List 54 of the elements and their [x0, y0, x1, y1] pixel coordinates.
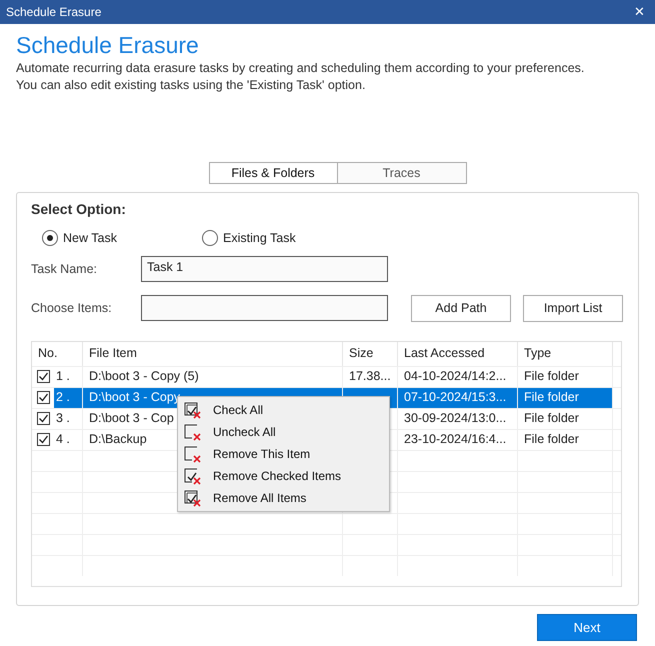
column-header: No. [32, 342, 83, 366]
tab[interactable]: Files & Folders [208, 162, 338, 184]
radio-label: New Task [63, 230, 117, 247]
column-header: Type [518, 342, 613, 366]
close-button[interactable]: ✕ [630, 2, 649, 22]
row-checkbox[interactable] [37, 433, 50, 446]
checkbox-remove-icon [184, 490, 201, 506]
next-button[interactable]: Next [537, 614, 637, 641]
row-checkbox[interactable] [37, 412, 50, 426]
column-header: File Item [83, 342, 343, 366]
checkbox-remove-icon [184, 446, 201, 462]
row-checkbox[interactable] [37, 370, 50, 384]
table-row[interactable]: 1 . D:\boot 3 - Copy (5) 17.38... 04-10-2024/14:2... File folder [32, 366, 621, 387]
column-header: Last Accessed [398, 342, 518, 366]
table-cell: 04-10-2024/14:2... [398, 366, 518, 387]
window-title: Schedule Erasure [6, 4, 102, 21]
check-icon [38, 434, 49, 446]
row-number: 3 . [55, 410, 71, 428]
radio-button[interactable] [202, 230, 218, 246]
description-text: You can also edit existing tasks using the 'Existing Task' option. [16, 77, 366, 94]
table-cell: File folder [518, 366, 613, 387]
action-button[interactable]: Import List [523, 294, 623, 322]
table-cell: D:\boot 3 - Copy (5) [83, 366, 343, 387]
description-text: Automate recurring data erasure tasks by creating and scheduling them according to your preferences. [16, 60, 586, 77]
table-cell: File folder [518, 430, 613, 450]
field-label: Choose Items: [31, 300, 113, 317]
checkbox-remove-icon [184, 468, 201, 484]
check-icon [38, 413, 49, 424]
choose-items-field[interactable] [141, 295, 388, 322]
table-cell: File folder [518, 388, 613, 408]
action-button[interactable]: Add Path [411, 294, 511, 322]
table-cell: 07-10-2024/15:3... [398, 388, 518, 408]
row-checkbox[interactable] [37, 391, 50, 404]
section-title: Select Option: [31, 200, 127, 219]
row-number: 2 . [54, 388, 82, 408]
field-label: Task Name: [31, 260, 98, 278]
page-heading: Schedule Erasure [16, 31, 200, 60]
row-number: 4 . [55, 431, 71, 448]
check-icon [38, 392, 49, 404]
radio-label: Existing Task [223, 230, 296, 247]
menu-item[interactable]: Remove Checked Items [178, 465, 389, 487]
table-cell: File folder [518, 408, 613, 429]
radio-button[interactable] [42, 230, 58, 246]
column-header: Size [343, 342, 398, 366]
tab[interactable]: Traces [338, 162, 466, 184]
row-number: 1 . [55, 368, 71, 386]
check-icon [38, 371, 49, 382]
table-cell: 17.38... [343, 366, 398, 387]
task-name-field[interactable]: Task 1 [141, 256, 388, 282]
checkbox-remove-icon [184, 402, 201, 418]
table-cell: 23-10-2024/16:4... [398, 430, 518, 450]
menu-item[interactable]: Remove All Items [178, 487, 389, 509]
table-cell: 30-09-2024/13:0... [398, 408, 518, 429]
checkbox-remove-icon [184, 424, 201, 440]
